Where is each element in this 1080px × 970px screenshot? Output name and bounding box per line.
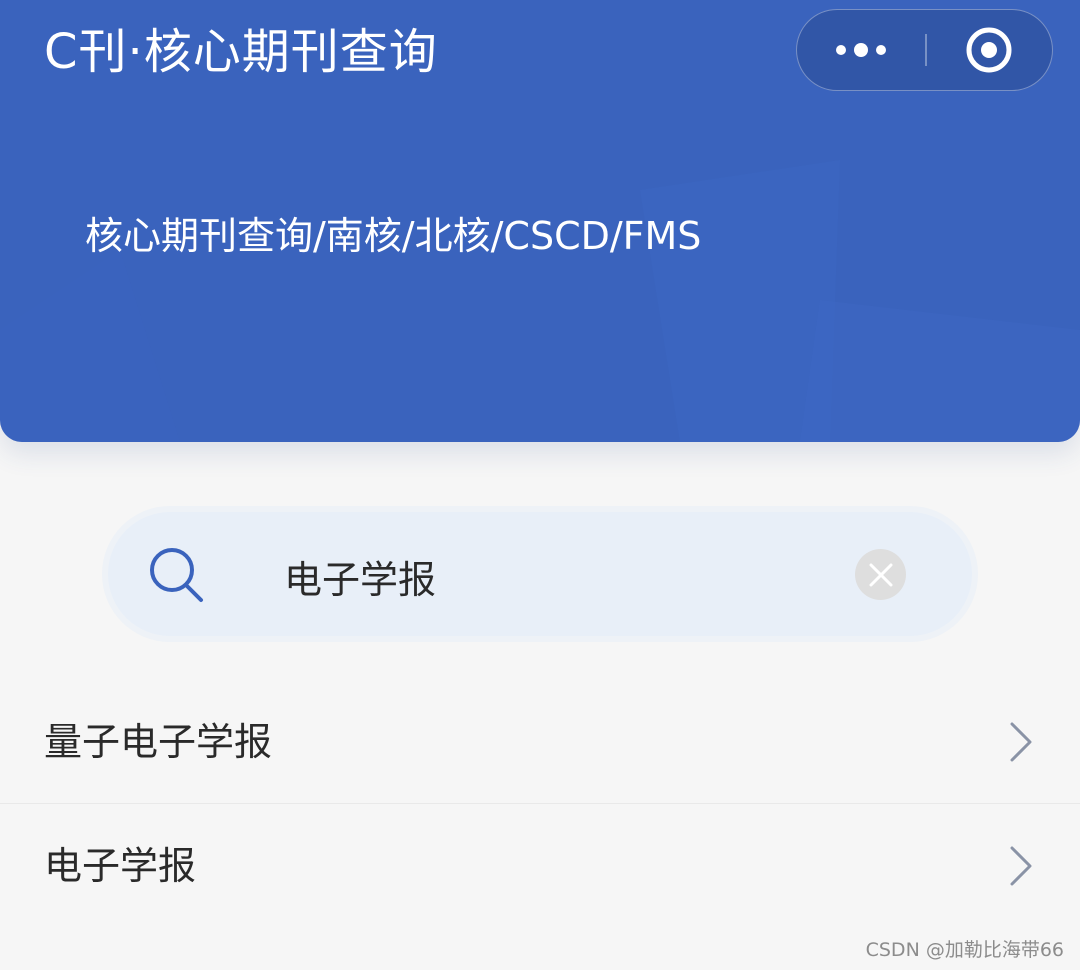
- header-banner: C刊·核心期刊查询 核心期刊查询/南核/北核/CSCD/FMS: [0, 0, 1080, 442]
- clear-x-icon: [869, 563, 892, 586]
- page: C刊·核心期刊查询 核心期刊查询/南核/北核/CSCD/FMS 电子学报 量子电…: [0, 0, 1080, 970]
- search-input[interactable]: [284, 548, 824, 604]
- header-subtitle: 核心期刊查询/南核/北核/CSCD/FMS: [85, 214, 702, 258]
- result-list: 量子电子学报 电子学报: [0, 680, 1080, 928]
- result-label: 电子学报: [44, 844, 197, 888]
- clear-search-button[interactable]: [855, 549, 906, 600]
- close-miniprogram-button[interactable]: [927, 10, 1051, 89]
- target-circle-icon: [966, 27, 1012, 72]
- watermark: CSDN @加勒比海带66: [865, 939, 1064, 961]
- more-dots-icon: [836, 42, 886, 57]
- list-item[interactable]: 电子学报: [0, 804, 1080, 928]
- list-item[interactable]: 量子电子学报: [0, 680, 1080, 804]
- result-label: 量子电子学报: [44, 720, 273, 764]
- chevron-right-icon: [1010, 722, 1032, 762]
- app-title: C刊·核心期刊查询: [44, 24, 438, 80]
- more-button[interactable]: [797, 10, 925, 89]
- chevron-right-icon: [1010, 846, 1032, 886]
- miniprogram-capsule: [796, 9, 1053, 91]
- search-icon[interactable]: [144, 542, 208, 606]
